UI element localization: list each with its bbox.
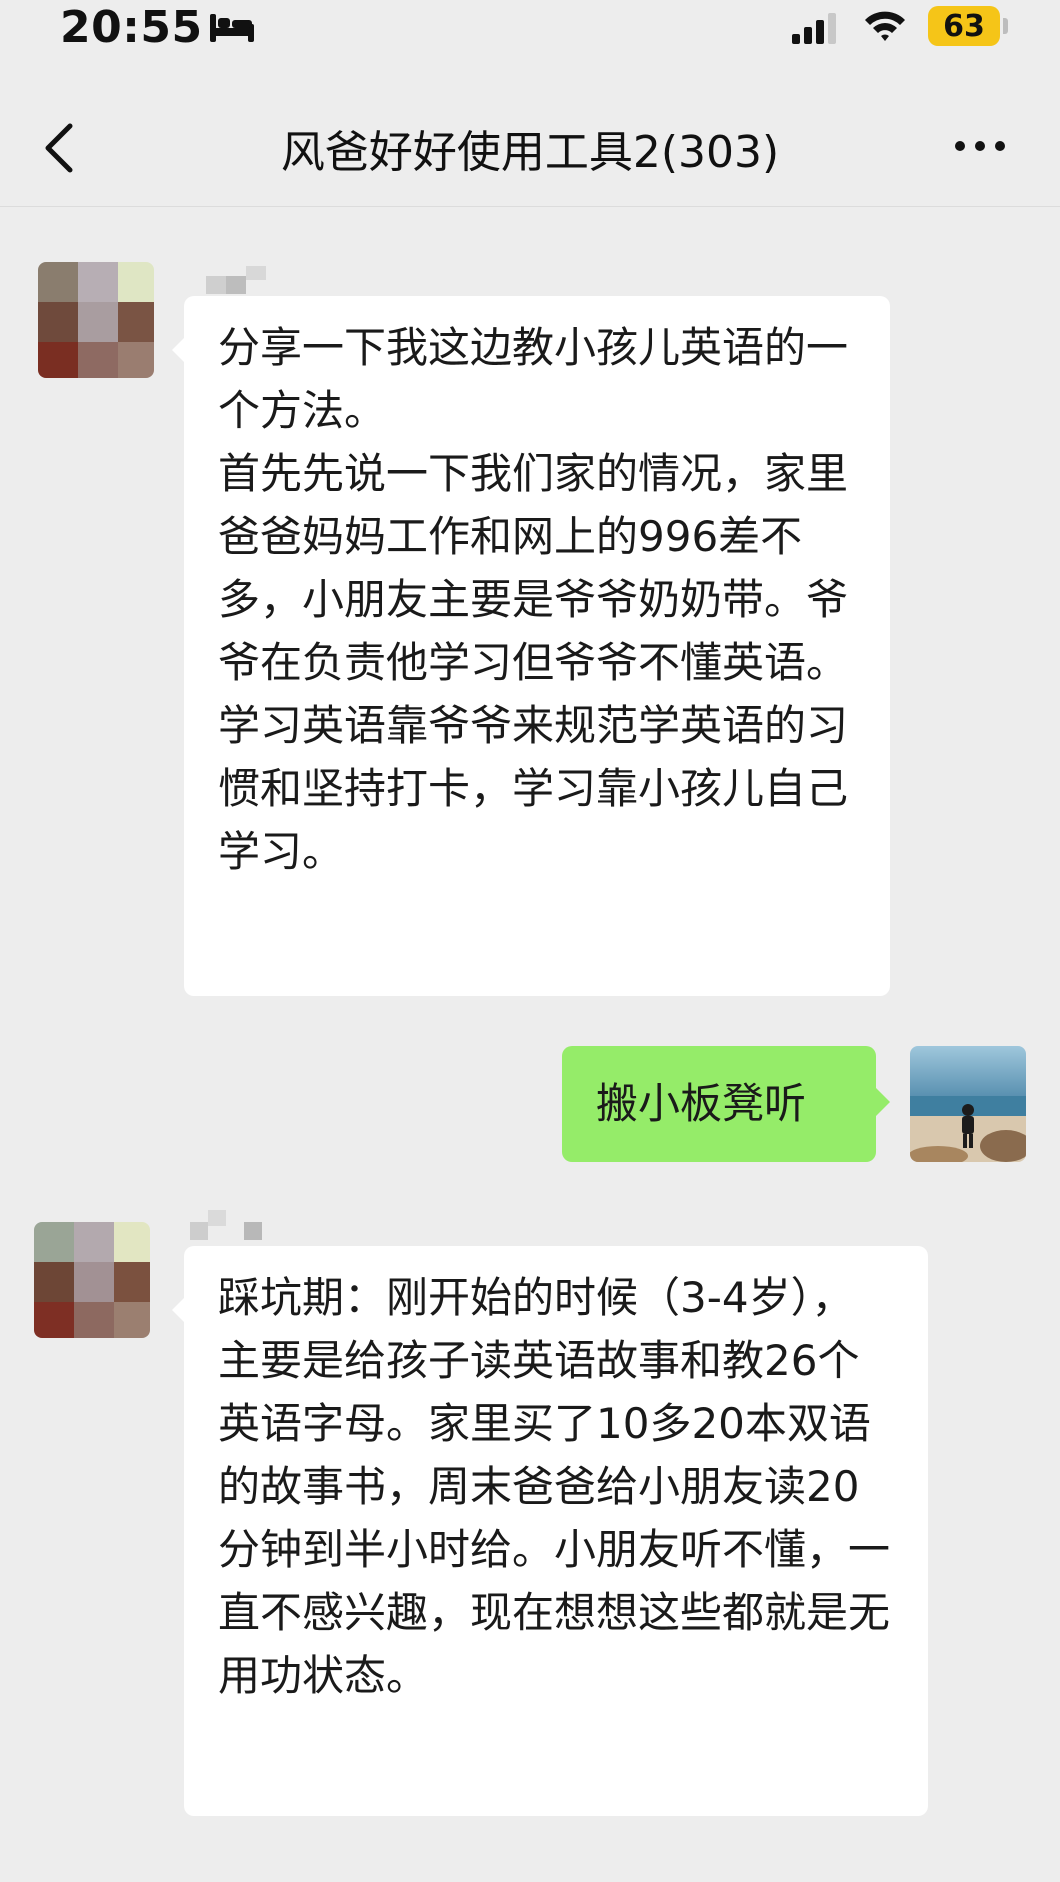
- sender-name-mosaic: [206, 266, 276, 296]
- beach-photo-image: [910, 1046, 1026, 1162]
- message-bubble[interactable]: 踩坑期：刚开始的时候（3-4岁），主要是给孩子读英语故事和教26个英语字母。家里…: [184, 1246, 928, 1816]
- chat-header: 风爸好好使用工具2(303): [0, 86, 1060, 207]
- signal-icon: [792, 13, 836, 44]
- status-bar: 20:55 63: [0, 0, 1060, 64]
- chevron-left-icon[interactable]: [40, 120, 80, 176]
- message-bubble[interactable]: 分享一下我这边教小孩儿英语的一个方法。 首先先说一下我们家的情况，家里爸爸妈妈工…: [184, 296, 890, 996]
- sender-name-mosaic: [190, 1210, 262, 1240]
- sender-avatar[interactable]: [34, 1222, 150, 1338]
- status-time: 20:55: [60, 2, 203, 53]
- my-avatar[interactable]: [910, 1046, 1026, 1162]
- wifi-icon: [865, 11, 905, 41]
- message-bubble-outgoing[interactable]: 搬小板凳听: [562, 1046, 876, 1162]
- battery-indicator: 63: [928, 6, 1000, 46]
- more-dots-icon[interactable]: [950, 126, 1010, 166]
- bed-icon: [210, 14, 254, 42]
- battery-tip: [1003, 18, 1008, 34]
- sender-avatar[interactable]: [38, 262, 154, 378]
- chat-title: 风爸好好使用工具2(303): [280, 127, 780, 178]
- bubble-tail: [876, 1088, 890, 1116]
